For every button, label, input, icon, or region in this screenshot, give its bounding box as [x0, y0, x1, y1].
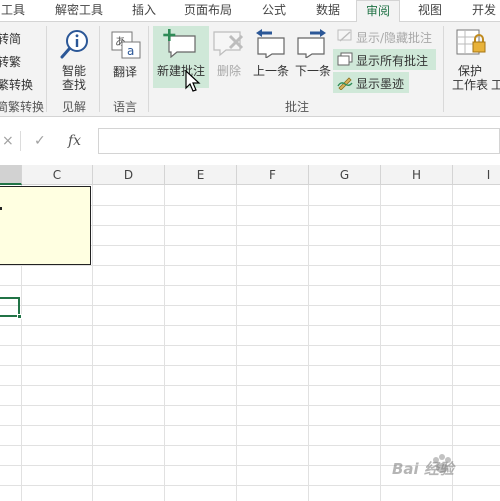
column-header[interactable]: D	[93, 165, 165, 185]
new-comment-icon	[163, 29, 196, 58]
tab-review[interactable]: 审阅	[356, 0, 400, 23]
confirm-entry-icon[interactable]: ✓	[34, 133, 46, 149]
cancel-entry-icon[interactable]: ×	[2, 133, 14, 149]
ribbon-tab-bar: 工具 解密工具 插入 页面布局 公式 数据 审阅 视图 开发	[0, 0, 500, 23]
grid-line	[0, 385, 500, 386]
column-header[interactable]: H	[381, 165, 453, 185]
translate-button[interactable]: 翻译	[110, 65, 140, 79]
tab-page-layout[interactable]: 页面布局	[176, 0, 240, 22]
column-header-b[interactable]	[0, 165, 22, 185]
group-label-language: 语言	[112, 100, 137, 114]
comment-cursor-mark	[0, 207, 2, 210]
insert-function-icon[interactable]: fx	[68, 133, 81, 149]
tab-decrypt-tools[interactable]: 解密工具	[48, 0, 110, 22]
show-hide-comment-button[interactable]: 显示/隐藏批注	[356, 29, 432, 46]
column-header[interactable]: F	[237, 165, 309, 185]
show-hide-comment-icon	[337, 29, 352, 42]
column-header[interactable]: I	[453, 165, 500, 185]
grid-line	[0, 425, 500, 426]
protect-sheet-label-2: 工作表	[451, 78, 488, 92]
to-simplified-button[interactable]: 转简	[0, 30, 21, 47]
grid-line	[0, 305, 500, 306]
tab-developer[interactable]: 开发	[462, 0, 500, 22]
column-header[interactable]: E	[165, 165, 237, 185]
smart-lookup-label-2: 查找	[61, 78, 86, 92]
grid-line	[164, 185, 165, 501]
protect-sheet-icon	[456, 29, 486, 55]
group-label-comments: 批注	[284, 100, 309, 114]
ribbon-review: 转简 转繁 繁转换 简繁转换 智能 查找 见解 あ a 翻译 语言 新建批注 删…	[0, 22, 500, 117]
group-separator	[99, 26, 100, 112]
tab-tools[interactable]: 工具	[0, 0, 28, 22]
smart-lookup-label-1: 智能	[61, 64, 86, 78]
fill-handle[interactable]	[17, 314, 22, 319]
formula-bar: × ✓ fx	[0, 117, 500, 165]
smart-lookup-icon	[60, 30, 88, 59]
excel-window: 工具 解密工具 插入 页面布局 公式 数据 审阅 视图 开发 转简 转繁 繁转换…	[0, 0, 500, 501]
grid-line	[308, 185, 309, 501]
protect-workbook-button[interactable]: 工	[490, 78, 500, 92]
namebox-divider	[20, 131, 21, 151]
grid-line	[0, 325, 500, 326]
grid-line	[0, 365, 500, 366]
column-header[interactable]: G	[309, 165, 381, 185]
smart-lookup-button[interactable]: 智能 查找	[58, 64, 90, 92]
next-comment-icon	[297, 29, 326, 58]
formula-input[interactable]	[98, 128, 500, 154]
grid-line	[0, 405, 500, 406]
previous-comment-icon	[256, 29, 285, 58]
tab-view[interactable]: 视图	[410, 0, 450, 22]
grid-line	[0, 445, 500, 446]
svg-text:a: a	[127, 44, 134, 58]
group-label-insights: 见解	[61, 100, 86, 114]
watermark-text: Bai 经验	[392, 460, 454, 478]
tab-formulas[interactable]: 公式	[252, 0, 296, 22]
comment-box[interactable]	[0, 186, 91, 265]
grid-line	[92, 185, 93, 501]
previous-comment-button[interactable]: 上一条	[250, 64, 292, 78]
next-comment-button[interactable]: 下一条	[292, 64, 334, 78]
group-separator	[46, 26, 47, 112]
translate-icon: あ a	[111, 31, 141, 59]
convert-button[interactable]: 繁转换	[0, 76, 33, 93]
to-traditional-button[interactable]: 转繁	[0, 53, 21, 70]
show-all-comments-icon	[337, 52, 353, 66]
grid-line	[236, 185, 237, 501]
grid-line	[0, 285, 500, 286]
tab-insert[interactable]: 插入	[124, 0, 164, 22]
group-separator	[443, 26, 444, 112]
delete-comment-icon	[213, 31, 244, 57]
group-label-chinese: 简繁转换	[0, 100, 45, 114]
protect-sheet-label-1: 保护	[457, 64, 482, 78]
group-separator	[148, 26, 149, 112]
delete-comment-button[interactable]: 删除	[212, 64, 246, 78]
column-header[interactable]: C	[22, 165, 93, 185]
show-all-comments-label: 显示所有批注	[356, 54, 429, 68]
tab-data[interactable]: 数据	[306, 0, 350, 22]
grid-line	[380, 185, 381, 501]
show-ink-icon	[337, 77, 353, 90]
protect-sheet-button[interactable]: 保护 工作表	[450, 64, 490, 92]
grid-line	[0, 265, 500, 266]
show-ink-label: 显示墨迹	[356, 77, 405, 91]
mouse-cursor-icon	[185, 70, 201, 92]
grid-line	[0, 345, 500, 346]
